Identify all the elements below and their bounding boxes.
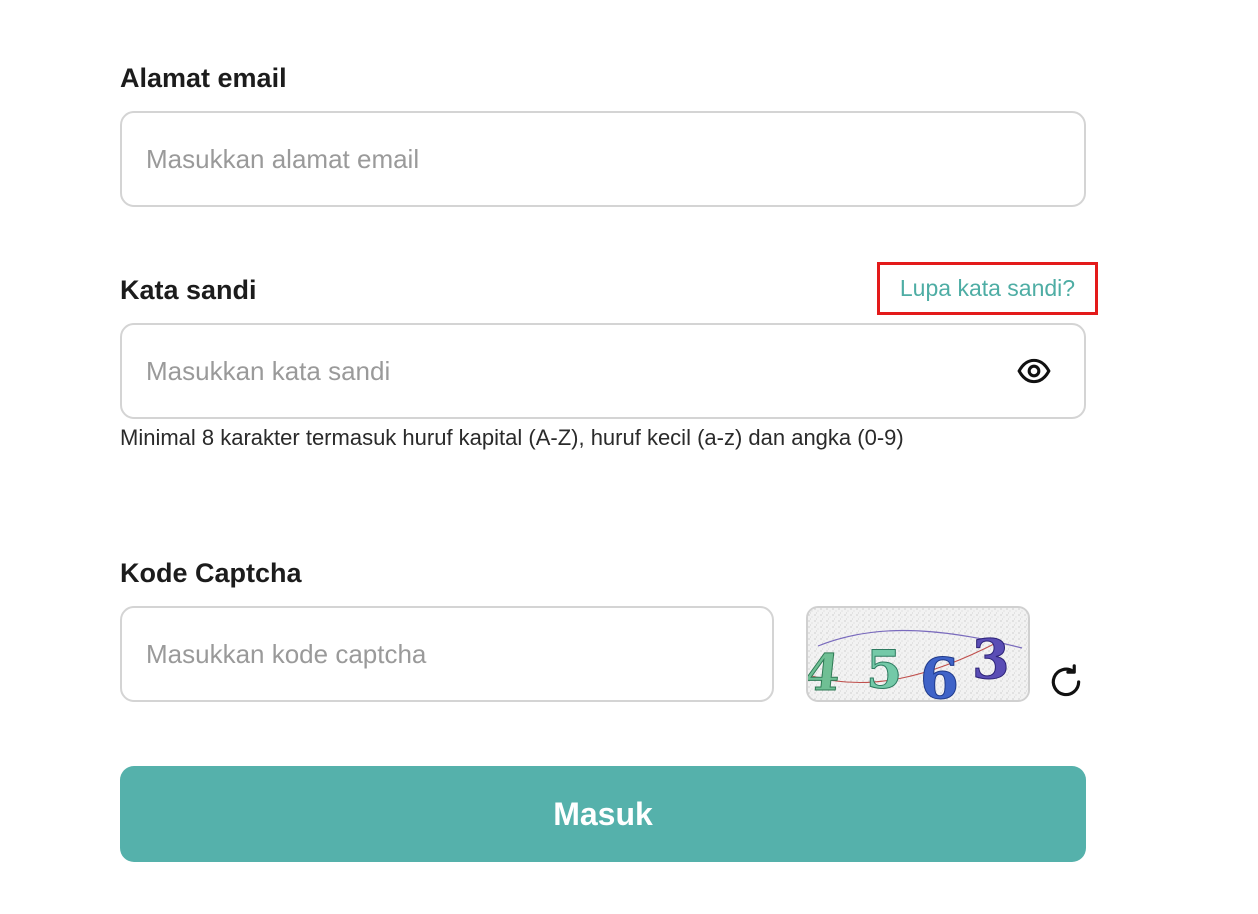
captcha-input[interactable] bbox=[122, 608, 772, 700]
captcha-image: 4 5 6 3 bbox=[806, 606, 1030, 702]
refresh-icon[interactable] bbox=[1046, 662, 1086, 702]
password-input[interactable] bbox=[122, 325, 1016, 417]
password-field-container bbox=[120, 323, 1086, 419]
email-field-container bbox=[120, 111, 1086, 207]
captcha-glyph: 4 bbox=[808, 643, 843, 700]
login-button[interactable]: Masuk bbox=[120, 766, 1086, 862]
captcha-glyph: 5 bbox=[866, 640, 902, 700]
email-input[interactable] bbox=[122, 113, 1084, 205]
password-hint: Minimal 8 karakter termasuk huruf kapita… bbox=[120, 425, 904, 450]
password-label: Kata sandi bbox=[120, 275, 257, 305]
captcha-glyph: 3 bbox=[972, 627, 1010, 691]
captcha-field-container bbox=[120, 606, 774, 702]
forgot-password-link[interactable]: Lupa kata sandi? bbox=[877, 262, 1098, 315]
captcha-glyph: 6 bbox=[920, 646, 959, 700]
email-label: Alamat email bbox=[120, 63, 287, 93]
eye-icon[interactable] bbox=[1016, 353, 1052, 389]
captcha-label: Kode Captcha bbox=[120, 558, 302, 588]
